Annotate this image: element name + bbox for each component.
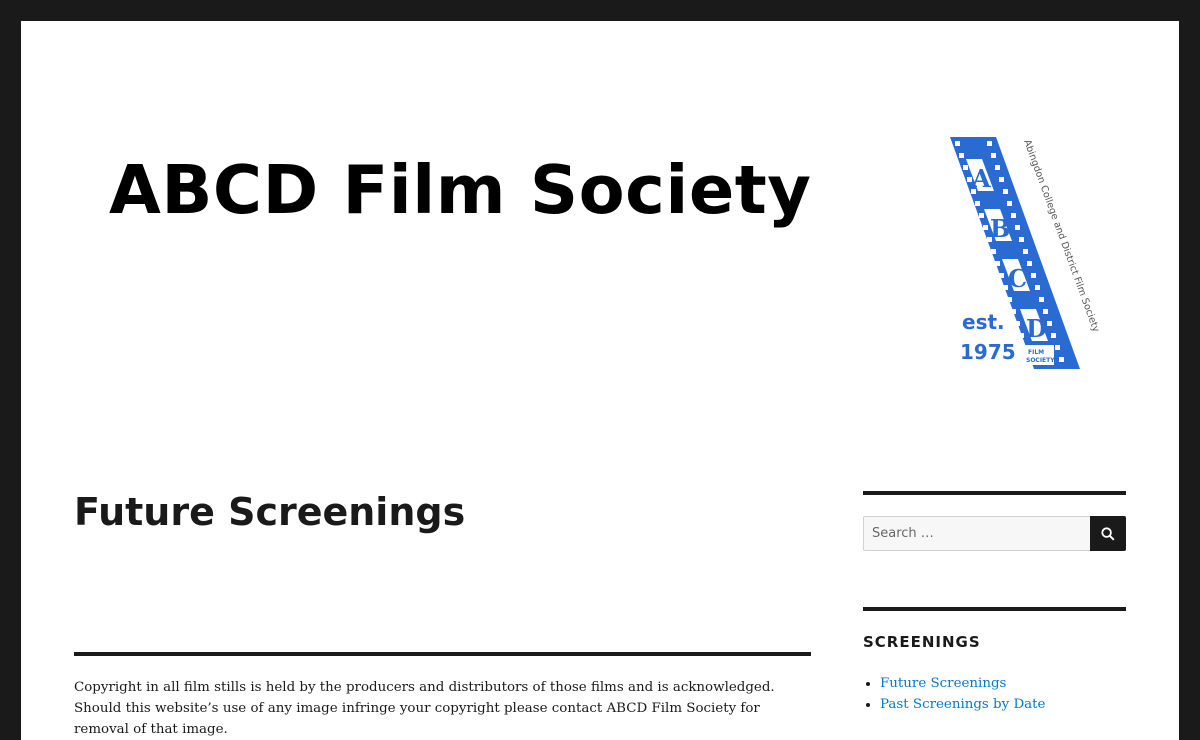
list-item: Past Screenings by Date [880,694,1045,715]
search-input[interactable] [863,516,1090,551]
screenings-widget-divider [863,607,1126,611]
screenings-widget-title: SCREENINGS [863,633,981,651]
content-divider [74,652,811,656]
logo-badge-line2: SOCIETY [1026,357,1055,364]
logo-year: 1975 [960,340,1016,364]
logo-letter-d: D [1026,314,1047,343]
logo-letter-a: A [971,164,991,193]
search-icon [1101,526,1115,541]
screenings-list: Future Screenings Past Screenings by Dat… [863,673,1045,715]
logo-badge-line1: FILM [1028,349,1044,356]
site-logo[interactable]: A B C D FILM SOCIETY est. 1975 Abingdon … [946,129,1116,379]
search-form [863,516,1126,551]
list-item: Future Screenings [880,673,1045,694]
page-title: Future Screenings [74,490,466,534]
page-container: ABCD Film Society A B C D FILM SOCIETY e… [21,21,1179,740]
logo-est: est. [962,310,1005,334]
future-screenings-link[interactable]: Future Screenings [880,676,1006,691]
past-screenings-link[interactable]: Past Screenings by Date [880,697,1045,712]
logo-letter-b: B [990,214,1010,243]
film-strip-logo-icon: A B C D FILM SOCIETY est. 1975 Abingdon … [950,137,1101,369]
copyright-note: Copyright in all film stills is held by … [74,680,775,737]
search-widget-divider [863,491,1126,495]
search-button[interactable] [1090,516,1126,551]
logo-letter-c: C [1008,264,1027,293]
site-title[interactable]: ABCD Film Society [109,157,811,224]
